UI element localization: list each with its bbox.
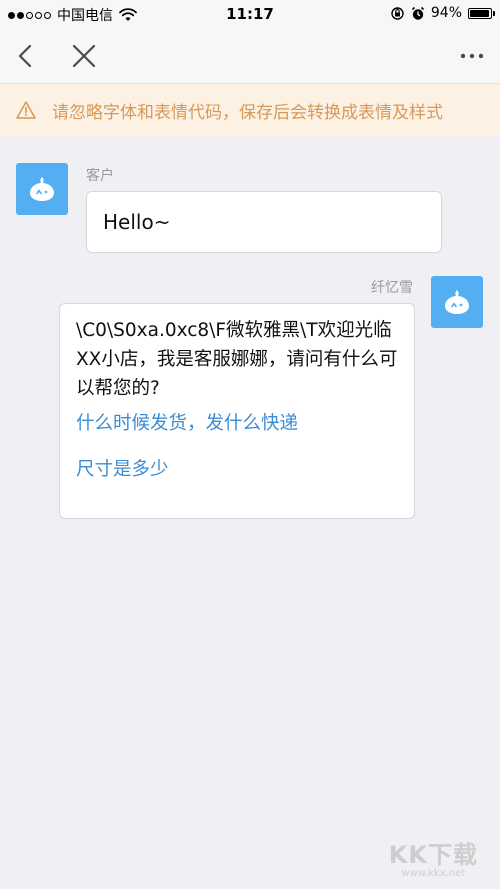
agent-avatar[interactable] — [431, 276, 483, 328]
nav-bar — [0, 28, 500, 84]
message-text: Hello~ — [103, 210, 171, 234]
more-dots-icon[interactable] — [458, 42, 486, 70]
status-right: 94% — [390, 5, 495, 21]
sender-name-agent: 纤忆雪 — [371, 280, 413, 296]
watermark: KK下载 www.kkx.net — [389, 835, 478, 879]
warning-banner: 请忽略字体和表情代码，保存后会转换成表情及样式 — [0, 84, 500, 136]
quick-reply-link-shipping[interactable]: 什么时候发货，发什么快递 — [76, 409, 398, 435]
chat-bot-icon — [30, 177, 54, 201]
alarm-icon — [411, 6, 424, 20]
status-bar: 中国电信 11:17 94% — [0, 0, 500, 28]
warning-triangle-icon — [16, 101, 36, 119]
chat-bot-icon — [445, 290, 469, 314]
message-bubble-agent: \C0\S0xa.0xc8\F微软雅黑\T欢迎光临XX小店，我是客服娜娜，请问有… — [59, 303, 415, 519]
warning-text: 请忽略字体和表情代码，保存后会转换成表情及样式 — [52, 102, 443, 123]
quick-reply-link-size[interactable]: 尺寸是多少 — [76, 455, 398, 481]
sender-name-customer: 客户 — [86, 168, 114, 184]
message-bubble-customer: Hello~ — [86, 191, 442, 253]
battery-icon — [468, 7, 495, 19]
battery-fill — [470, 9, 489, 17]
close-icon[interactable] — [70, 42, 98, 70]
message-text: \C0\S0xa.0xc8\F微软雅黑\T欢迎光临XX小店，我是客服娜娜，请问有… — [76, 320, 398, 399]
back-icon[interactable] — [12, 42, 40, 70]
battery-percent: 94% — [430, 5, 462, 21]
customer-avatar[interactable] — [16, 163, 68, 215]
watermark-logo: KK下载 — [388, 841, 478, 869]
watermark-url: www.kkx.net — [401, 868, 466, 879]
rotation-lock-icon — [391, 6, 404, 20]
